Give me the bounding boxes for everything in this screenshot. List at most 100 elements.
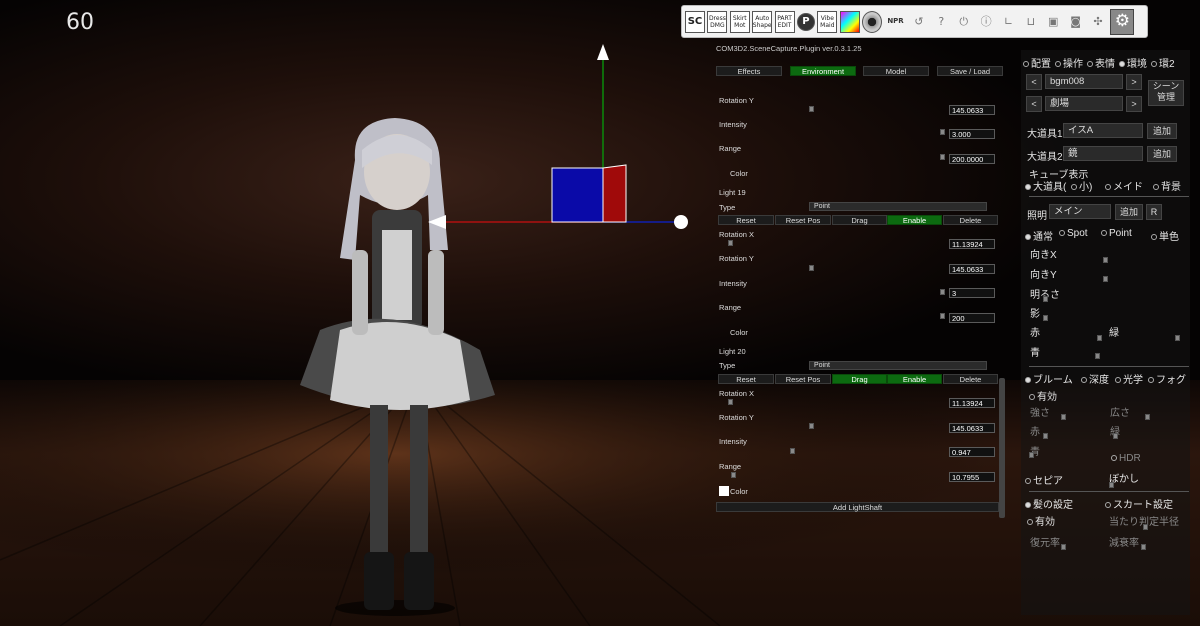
npr-icon[interactable]: NPR xyxy=(885,11,907,33)
green-slider[interactable] xyxy=(1175,335,1180,341)
light-19-range-slider[interactable] xyxy=(940,313,945,319)
light-19-delete-button[interactable]: Delete xyxy=(943,215,998,225)
restore-rate-slider[interactable] xyxy=(1061,544,1066,550)
light-20-color-swatch[interactable] xyxy=(719,486,729,496)
light-19-intensity-value[interactable]: 3 xyxy=(949,288,995,298)
cube-option-background[interactable]: 背景 xyxy=(1153,178,1181,193)
color-gradient-icon[interactable] xyxy=(839,10,860,33)
hit-radius-slider[interactable] xyxy=(1143,524,1148,530)
bloom-hdr-checkbox[interactable]: HDR xyxy=(1111,453,1141,464)
tab-optics[interactable]: 光学 xyxy=(1115,371,1143,386)
light-19-reset-pos-button[interactable]: Reset Pos xyxy=(775,215,831,225)
lighting-add-button[interactable]: 追加 xyxy=(1115,204,1143,220)
sc-icon[interactable]: SC xyxy=(685,10,705,33)
cube-option-large[interactable]: 大道具( xyxy=(1025,178,1066,193)
bgm-next-button[interactable]: > xyxy=(1126,74,1142,90)
bgm-prev-button[interactable]: < xyxy=(1026,74,1042,90)
bloom-blue-slider[interactable] xyxy=(1029,452,1034,458)
red-slider[interactable] xyxy=(1097,335,1102,341)
vibe-maid-icon[interactable]: Vibe Maid xyxy=(817,10,838,33)
light-19-rotation-x-value[interactable]: 11.13924 xyxy=(949,239,995,249)
light-19-range-value[interactable]: 200 xyxy=(949,313,995,323)
blue-slider[interactable] xyxy=(1095,353,1100,359)
tab-environment[interactable]: Environment xyxy=(790,66,856,76)
decay-rate-slider[interactable] xyxy=(1141,544,1146,550)
undo-icon[interactable]: ↺ xyxy=(909,11,929,33)
light-20-intensity-value[interactable]: 0.947 xyxy=(949,447,995,457)
light-19-type-select[interactable]: Point xyxy=(809,202,987,211)
prop2-field[interactable]: 鏡 xyxy=(1063,146,1143,161)
part-edit-icon[interactable]: PART EDIT xyxy=(774,10,795,33)
light-type-point[interactable]: Point xyxy=(1101,228,1132,239)
light-19-enable-button[interactable]: Enable xyxy=(887,215,942,225)
basket-icon[interactable]: ⊔ xyxy=(1021,11,1041,33)
tab-expression[interactable]: 表情 xyxy=(1087,55,1115,70)
light-20-rotation-y-value[interactable]: 145.0633 xyxy=(949,423,995,433)
prop1-field[interactable]: イスA xyxy=(1063,123,1143,138)
tab-operation[interactable]: 操作 xyxy=(1055,55,1083,70)
range-value[interactable]: 200.0000 xyxy=(949,154,995,164)
skirt-mot-icon[interactable]: Skirt Mot xyxy=(729,10,750,33)
bloom-red-slider[interactable] xyxy=(1043,433,1048,439)
dress-dmg-icon[interactable]: Dress DMG xyxy=(707,10,728,33)
gizmo-handle[interactable] xyxy=(674,215,688,229)
sepia-checkbox[interactable]: セピア xyxy=(1025,472,1063,487)
cube-option-maid[interactable]: メイド xyxy=(1105,178,1143,193)
light-20-type-select[interactable]: Point xyxy=(809,361,987,370)
light-20-range-value[interactable]: 10.7955 xyxy=(949,472,995,482)
direction-y-slider[interactable] xyxy=(1103,276,1108,282)
camera-icon[interactable]: ◙ xyxy=(1066,11,1086,33)
prop2-add-button[interactable]: 追加 xyxy=(1147,146,1177,162)
tab-save-load[interactable]: Save / Load xyxy=(937,66,1003,76)
light-19-rotation-y-value[interactable]: 145.0633 xyxy=(949,264,995,274)
blur-slider[interactable] xyxy=(1109,482,1114,488)
help-icon[interactable]: ? xyxy=(931,11,951,33)
tab-environment-2[interactable]: 環2 xyxy=(1151,55,1175,70)
tab-model[interactable]: Model xyxy=(863,66,929,76)
tab-effects[interactable]: Effects xyxy=(716,66,782,76)
shadow-slider[interactable] xyxy=(1043,315,1048,321)
light-19-intensity-slider[interactable] xyxy=(940,289,945,295)
light-20-rotation-x-value[interactable]: 11.13924 xyxy=(949,398,995,408)
stage-next-button[interactable]: > xyxy=(1126,96,1142,112)
graph-icon[interactable]: ∟ xyxy=(998,11,1018,33)
stage-field[interactable]: 劇場 xyxy=(1045,96,1123,111)
light-20-delete-button[interactable]: Delete xyxy=(943,374,998,384)
p-icon[interactable]: P xyxy=(796,12,815,31)
tab-fog[interactable]: フォグ xyxy=(1148,371,1186,386)
bloom-enabled-checkbox[interactable]: 有効 xyxy=(1029,388,1057,403)
light-19-rotation-x-slider[interactable] xyxy=(728,240,733,246)
panel-scrollbar[interactable] xyxy=(999,378,1005,518)
light-19-reset-button[interactable]: Reset xyxy=(718,215,774,225)
add-lightshaft-button[interactable]: Add LightShaft xyxy=(716,502,999,512)
light-20-reset-button[interactable]: Reset xyxy=(718,374,774,384)
direction-x-slider[interactable] xyxy=(1103,257,1108,263)
light-20-reset-pos-button[interactable]: Reset Pos xyxy=(775,374,831,384)
hair-enabled-checkbox[interactable]: 有効 xyxy=(1027,513,1055,528)
tab-environment-jp[interactable]: 環境 xyxy=(1119,55,1147,70)
light-19-rotation-y-slider[interactable] xyxy=(809,265,814,271)
light-20-rotation-y-slider[interactable] xyxy=(809,423,814,429)
light-19-drag-button[interactable]: Drag xyxy=(832,215,887,225)
light-20-rotation-x-slider[interactable] xyxy=(728,399,733,405)
prop1-add-button[interactable]: 追加 xyxy=(1147,123,1177,139)
light-type-spot[interactable]: Spot xyxy=(1059,228,1088,239)
power-icon[interactable]: ⏻ xyxy=(954,11,974,33)
stage-prev-button[interactable]: < xyxy=(1026,96,1042,112)
info-icon[interactable]: ⓘ xyxy=(976,11,996,33)
light-type-single-color[interactable]: 単色 xyxy=(1151,228,1179,243)
tab-bloom[interactable]: ブルーム xyxy=(1025,371,1073,386)
save-icon[interactable]: ▣ xyxy=(1043,11,1063,33)
tab-depth[interactable]: 深度 xyxy=(1081,371,1109,386)
range-slider[interactable] xyxy=(940,154,945,160)
rotation-y-slider[interactable] xyxy=(809,106,814,112)
light-20-enable-button[interactable]: Enable xyxy=(887,374,942,384)
light-type-normal[interactable]: 通常 xyxy=(1025,228,1053,243)
lighting-reset-button[interactable]: R xyxy=(1146,204,1162,220)
gear-icon[interactable]: ⚙ xyxy=(1110,8,1135,35)
plugin-icon[interactable]: ✣ xyxy=(1088,11,1108,33)
lighting-field[interactable]: メイン xyxy=(1049,204,1111,219)
rotation-y-value[interactable]: 145.0633 xyxy=(949,105,995,115)
bloom-strength-slider[interactable] xyxy=(1061,414,1066,420)
intensity-value[interactable]: 3.000 xyxy=(949,129,995,139)
